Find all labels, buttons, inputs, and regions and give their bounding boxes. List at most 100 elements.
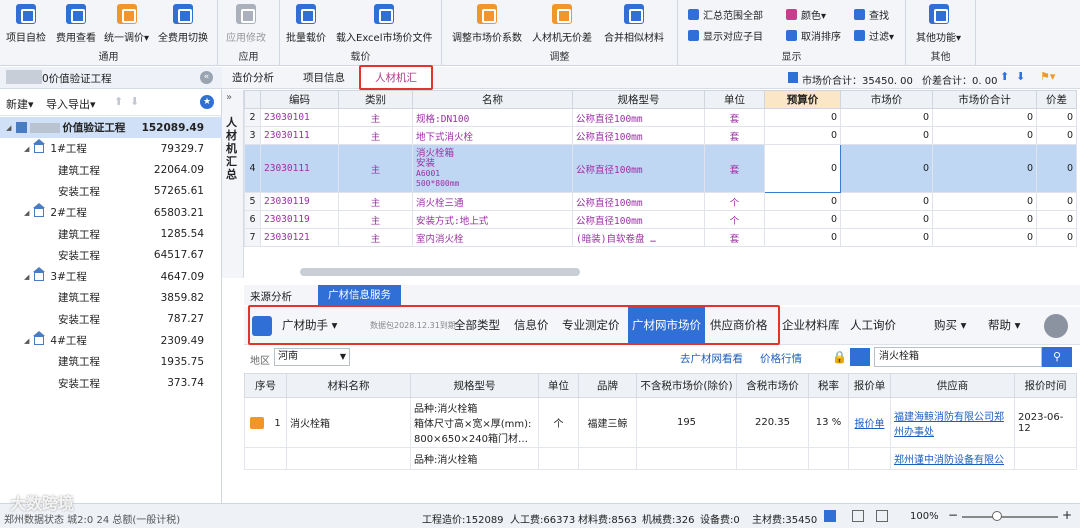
merge-materials-button[interactable]: 合并相似材料 bbox=[604, 4, 664, 44]
cell-code[interactable]: 23030111 bbox=[260, 126, 339, 145]
zoom-slider[interactable] bbox=[962, 516, 1058, 518]
filter-button[interactable]: 过滤▾ bbox=[854, 28, 894, 43]
column-header[interactable]: 单位 bbox=[704, 90, 765, 109]
show-items-button[interactable]: 显示对应子目 bbox=[688, 28, 763, 43]
cancel-sort-button[interactable]: 取消排序 bbox=[786, 28, 841, 43]
batch-load-price-button[interactable]: 批量载价 bbox=[286, 4, 326, 44]
tab-labor-material-summary[interactable]: 人材机汇总 bbox=[359, 65, 433, 106]
expand-toggle-icon[interactable]: ◢ bbox=[24, 337, 29, 345]
cell-code[interactable]: 23030119 bbox=[260, 210, 339, 229]
zoom-in-icon[interactable]: + bbox=[1062, 508, 1072, 522]
expand-toggle-icon[interactable]: ◢ bbox=[6, 124, 11, 132]
column-header[interactable]: 含税市场价 bbox=[736, 373, 809, 398]
collapse-icon[interactable]: « bbox=[200, 71, 213, 84]
unified-adjust-button[interactable]: 统一调价▾ bbox=[104, 4, 149, 44]
column-header[interactable]: 报价时间 bbox=[1014, 373, 1077, 398]
column-header[interactable]: 序号 bbox=[244, 373, 287, 398]
unlock-icon[interactable] bbox=[850, 348, 870, 366]
cell-budget[interactable]: 0 bbox=[764, 192, 841, 211]
cell-total[interactable]: 0 bbox=[932, 210, 1037, 229]
cell-diff[interactable]: 0 bbox=[1036, 228, 1077, 247]
tree-item[interactable]: ◢ 价值验证工程 152089.49 bbox=[0, 117, 222, 138]
zoom-out-icon[interactable]: − bbox=[948, 508, 958, 522]
cell-name[interactable]: 消火栓三通 bbox=[412, 192, 573, 211]
cell-quote[interactable]: 报价单 bbox=[848, 397, 891, 448]
cell-type[interactable]: 主 bbox=[338, 210, 413, 229]
other-functions-button[interactable]: 其他功能▾ bbox=[916, 4, 961, 44]
column-header[interactable]: 规格型号 bbox=[410, 373, 539, 398]
column-header[interactable]: 供应商 bbox=[890, 373, 1015, 398]
load-excel-button[interactable]: 载入Excel市场价文件 bbox=[336, 4, 433, 44]
cell-unit[interactable]: 套 bbox=[704, 126, 765, 145]
cell-spec[interactable]: (暗装)自软卷盘 … bbox=[572, 228, 705, 247]
cell-budget[interactable]: 0 bbox=[764, 144, 841, 193]
vertical-tab-label[interactable]: 人材机汇总 bbox=[226, 116, 238, 181]
fit-icon[interactable] bbox=[876, 510, 888, 522]
adjust-market-coef-button[interactable]: 调整市场价系数 bbox=[452, 4, 522, 44]
cell-unit[interactable]: 套 bbox=[704, 228, 765, 247]
nav-all-types[interactable]: 全部类型 bbox=[454, 317, 500, 333]
layout-icon[interactable] bbox=[852, 510, 864, 522]
cell-total[interactable]: 0 bbox=[932, 126, 1037, 145]
tab-cost-analysis[interactable]: 造价分析 bbox=[222, 67, 284, 89]
cell-spec[interactable]: 公称直径100mm bbox=[572, 144, 705, 193]
cell-type[interactable]: 主 bbox=[338, 144, 413, 193]
cell-diff[interactable]: 0 bbox=[1036, 108, 1077, 127]
cell-code[interactable]: 23030111 bbox=[260, 144, 339, 193]
table-row[interactable]: 1 消火栓箱 品种:消火栓箱 箱体尺寸高×宽×厚(mm): 800×650×240箱门材… bbox=[244, 397, 1077, 448]
nav-supplier-price[interactable]: 供应商价格 bbox=[710, 317, 768, 333]
cell-diff[interactable]: 0 bbox=[1036, 192, 1077, 211]
go-gcw-link[interactable]: 去广材网看看 bbox=[680, 351, 743, 366]
column-header[interactable]: 税率 bbox=[808, 373, 849, 398]
cell-code[interactable]: 23030119 bbox=[260, 192, 339, 211]
zoom-slider-handle[interactable] bbox=[992, 511, 1002, 521]
cell-type[interactable]: 主 bbox=[338, 228, 413, 247]
summary-range-button[interactable]: 汇总范围全部 bbox=[688, 7, 763, 22]
tree-item[interactable]: 安装工程 64517.67 bbox=[0, 245, 222, 266]
column-header[interactable]: 规格型号 bbox=[572, 90, 705, 109]
cell-budget[interactable]: 0 bbox=[764, 126, 841, 145]
up-arrow-icon[interactable]: ⬆ bbox=[114, 95, 123, 108]
column-header[interactable]: 材料名称 bbox=[286, 373, 411, 398]
cell-budget[interactable]: 0 bbox=[764, 210, 841, 229]
expand-toggle-icon[interactable]: ◢ bbox=[24, 145, 29, 153]
tree-item[interactable]: 安装工程 57265.61 bbox=[0, 181, 222, 202]
arrow-down-icon[interactable]: ⬇ bbox=[1016, 70, 1025, 83]
cell-name[interactable]: 室内消火栓 bbox=[412, 228, 573, 247]
tab-source-analysis[interactable]: 来源分析 bbox=[250, 289, 292, 304]
new-button[interactable]: 新建▾ bbox=[6, 96, 34, 112]
cell-code[interactable]: 23030101 bbox=[260, 108, 339, 127]
help-dropdown[interactable]: 帮助 ▾ bbox=[988, 317, 1020, 333]
cell-supplier[interactable]: 福建海鲸消防有限公司郑州办事处 bbox=[890, 397, 1015, 448]
lock-icon[interactable]: 🔒 bbox=[832, 350, 847, 364]
full-fee-switch-button[interactable]: 全费用切换 bbox=[158, 4, 208, 44]
column-header[interactable]: 类别 bbox=[338, 90, 413, 109]
cell-type[interactable]: 主 bbox=[338, 108, 413, 127]
column-header[interactable]: 编码 bbox=[260, 90, 339, 109]
expand-toggle-icon[interactable]: ◢ bbox=[24, 209, 29, 217]
tree-item[interactable]: ◢ 4#工程 2309.49 bbox=[0, 330, 222, 351]
cell-name[interactable]: 规格:DN100 bbox=[412, 108, 573, 127]
table-row[interactable]: 6 23030119 主安装方式:地上式 公称直径100mm 个 0 0 0 0 bbox=[244, 210, 1077, 229]
down-arrow-icon[interactable]: ⬇ bbox=[130, 95, 139, 108]
cell-market[interactable]: 0 bbox=[840, 144, 933, 193]
settings-icon[interactable]: ★ bbox=[200, 95, 214, 109]
expand-icon[interactable]: » bbox=[226, 92, 232, 103]
table-row[interactable]: 品种:消火栓箱 郑州谨中消防设备有限公 bbox=[244, 447, 1077, 470]
column-header[interactable]: 品牌 bbox=[578, 373, 637, 398]
nav-labor-inquiry[interactable]: 人工询价 bbox=[850, 317, 896, 333]
view-icon[interactable] bbox=[824, 510, 836, 522]
avatar[interactable] bbox=[1044, 314, 1068, 338]
nav-info-price[interactable]: 信息价 bbox=[514, 317, 549, 333]
cell-market[interactable]: 0 bbox=[840, 192, 933, 211]
tree-item[interactable]: 安装工程 787.27 bbox=[0, 309, 222, 330]
flag-icon[interactable]: ⚑▾ bbox=[1040, 70, 1055, 83]
cell-name[interactable]: 安装方式:地上式 bbox=[412, 210, 573, 229]
cell-budget[interactable]: 0 bbox=[764, 228, 841, 247]
cell-spec[interactable]: 公称直径100mm bbox=[572, 192, 705, 211]
tab-project-info[interactable]: 项目信息 bbox=[288, 67, 360, 89]
table-row[interactable]: 4 23030111 主消火栓箱 安装 A6001 500*800mm 公称直径100mm 套… bbox=[244, 144, 1077, 193]
table-row[interactable]: 2 23030101 主规格:DN100 公称直径100mm 套 0 0 0 0 bbox=[244, 108, 1077, 127]
tree-item[interactable]: ◢ 3#工程 4647.09 bbox=[0, 266, 222, 287]
nav-market-price[interactable]: 广材网市场价 bbox=[628, 307, 705, 343]
